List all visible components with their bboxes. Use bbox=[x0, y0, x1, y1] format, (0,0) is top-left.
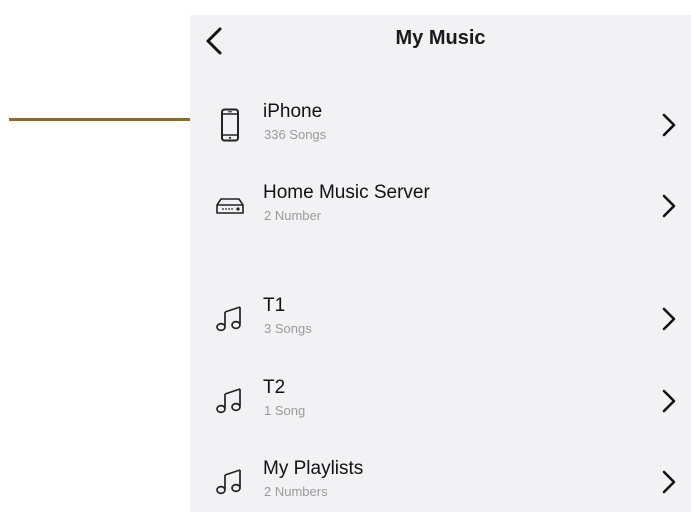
page-title: My Music bbox=[395, 27, 486, 49]
chevron-right-icon bbox=[659, 468, 679, 496]
playlist-name: T1 bbox=[263, 295, 286, 316]
callout-pointer-line bbox=[9, 118, 201, 121]
chevron-right-icon bbox=[659, 305, 679, 333]
source-name: Home Music Server bbox=[263, 182, 430, 203]
music-note-icon bbox=[212, 383, 248, 419]
playlist-name: T2 bbox=[263, 377, 286, 398]
screen: My Music iPhone 336 Songs Home Music Ser… bbox=[0, 0, 691, 512]
source-item-home-music-server[interactable]: Home Music Server 2 Number bbox=[190, 173, 691, 239]
source-name: iPhone bbox=[263, 101, 323, 122]
chevron-right-icon bbox=[659, 387, 679, 415]
playlist-count: 1 Song bbox=[264, 403, 306, 418]
chevron-right-icon bbox=[659, 111, 679, 139]
phone-icon bbox=[212, 107, 248, 143]
playlist-count: 3 Songs bbox=[264, 321, 312, 336]
playlist-item-my-playlists[interactable]: My Playlists 2 Numbers bbox=[190, 449, 691, 512]
chevron-right-icon bbox=[659, 192, 679, 220]
playlist-name: My Playlists bbox=[263, 458, 364, 479]
source-count: 2 Number bbox=[264, 208, 322, 223]
my-music-panel: My Music iPhone 336 Songs Home Music Ser… bbox=[190, 15, 691, 512]
playlist-item-t1[interactable]: T1 3 Songs bbox=[190, 286, 691, 352]
music-note-icon bbox=[212, 464, 248, 500]
source-item-iphone[interactable]: iPhone 336 Songs bbox=[190, 92, 691, 158]
header-bar: My Music bbox=[190, 15, 691, 67]
media-server-icon bbox=[212, 188, 248, 224]
source-count: 336 Songs bbox=[264, 127, 327, 142]
playlist-item-t2[interactable]: T2 1 Song bbox=[190, 368, 691, 434]
playlist-count: 2 Numbers bbox=[264, 484, 328, 499]
music-note-icon bbox=[212, 301, 248, 337]
